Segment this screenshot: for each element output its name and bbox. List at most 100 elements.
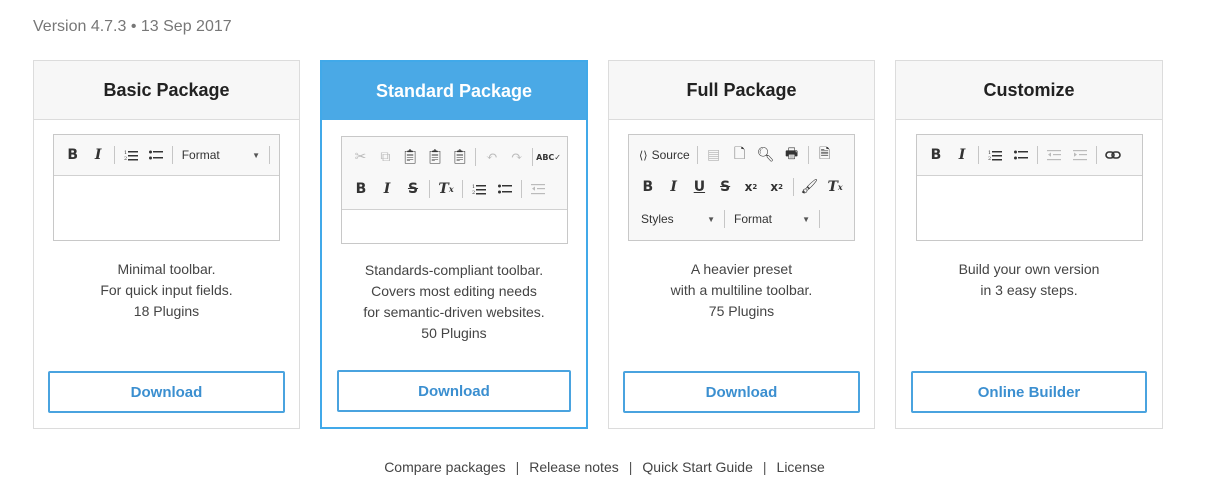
toolbar-separator xyxy=(978,146,979,164)
plugin-count: 18 Plugins xyxy=(133,303,200,319)
card-basic-package: Basic Package B I 12 Format ▼ Minimal to… xyxy=(33,60,300,429)
subscript-icon: x2 xyxy=(744,180,758,194)
styles-dropdown: Styles ▼ xyxy=(635,208,721,230)
toolbar-separator xyxy=(462,180,463,198)
link-separator: | xyxy=(628,459,633,475)
desc-line: Standards-compliant toolbar. xyxy=(364,262,544,278)
print-icon: 🖶︎ xyxy=(785,146,799,162)
card-standard-package: Standard Package ✂ ⧉ 📋︎ 📋︎ 📋︎ ↶ ↷ ABC✓ B… xyxy=(320,60,588,429)
link-separator: | xyxy=(515,459,520,475)
toolbar-separator xyxy=(807,146,809,164)
card-customize: Customize B I 12 Build your own version … xyxy=(895,60,1163,429)
toolbar-separator xyxy=(792,178,794,196)
editor-toolbar: B I 12 Format ▼ xyxy=(54,135,279,176)
numbered-list-icon: 12 xyxy=(118,143,143,167)
card-description: Build your own version in 3 easy steps. xyxy=(896,259,1162,301)
undo-icon: ↶ xyxy=(485,149,498,165)
svg-text:2: 2 xyxy=(472,190,475,195)
outdent-icon xyxy=(525,177,551,201)
desc-line: for semantic-driven websites. xyxy=(363,304,545,320)
toolbar-separator xyxy=(475,148,477,166)
outdent-icon xyxy=(1041,143,1067,167)
editor-toolbar: B I 12 xyxy=(917,135,1142,176)
release-notes-link[interactable]: Release notes xyxy=(529,459,619,475)
editor-toolbar: ✂ ⧉ 📋︎ 📋︎ 📋︎ ↶ ↷ ABC✓ B I S Tx 12 xyxy=(342,137,567,210)
remove-format-icon: Tx xyxy=(438,181,454,197)
italic-icon: I xyxy=(94,147,102,163)
compare-packages-link[interactable]: Compare packages xyxy=(384,459,505,475)
source-button: ⟨⟩ Source xyxy=(635,143,694,167)
bulleted-list-icon xyxy=(492,177,518,201)
strikethrough-icon: S xyxy=(720,179,731,195)
card-title: Standard Package xyxy=(322,62,586,120)
quick-start-guide-link[interactable]: Quick Start Guide xyxy=(642,459,753,475)
editor-toolbar: ⟨⟩ Source ▤ 🗋︎ 🔍︎ 🖶︎ 🗎︎ B I U S x2 x2 🖌︎… xyxy=(629,135,854,240)
desc-line: For quick input fields. xyxy=(100,282,233,298)
preview-icon: 🔍︎ xyxy=(756,147,775,163)
card-description: Standards-compliant toolbar. Covers most… xyxy=(322,260,586,344)
bulleted-list-icon xyxy=(143,143,168,167)
card-title: Full Package xyxy=(609,61,874,120)
numbered-list-icon: 12 xyxy=(982,143,1008,167)
link-icon xyxy=(1100,143,1126,167)
paste-word-icon: 📋︎ xyxy=(451,149,469,165)
bold-icon: B xyxy=(642,179,654,195)
plugin-count: 75 Plugins xyxy=(708,303,775,319)
source-label: Source xyxy=(651,148,690,162)
card-full-package: Full Package ⟨⟩ Source ▤ 🗋︎ 🔍︎ 🖶︎ 🗎︎ B I… xyxy=(608,60,875,429)
download-button[interactable]: Download xyxy=(337,370,571,412)
italic-icon: I xyxy=(670,179,677,195)
new-page-icon: 🗋︎ xyxy=(733,146,746,162)
italic-icon: I xyxy=(958,147,966,163)
desc-line: Build your own version xyxy=(958,261,1100,277)
source-icon: ⟨⟩ xyxy=(639,149,648,162)
toolbar-separator xyxy=(269,146,270,164)
format-label: Format xyxy=(734,212,773,226)
numbered-list-icon: 12 xyxy=(466,177,492,201)
save-icon: ▤ xyxy=(707,147,721,163)
chevron-down-icon: ▼ xyxy=(802,214,810,224)
online-builder-button[interactable]: Online Builder xyxy=(911,371,1147,413)
toolbar-separator xyxy=(1037,146,1038,164)
desc-line: Covers most editing needs xyxy=(371,283,537,299)
license-link[interactable]: License xyxy=(777,459,825,475)
chevron-down-icon: ▼ xyxy=(252,150,260,160)
spellcheck-icon: ABC✓ xyxy=(536,152,562,162)
format-dropdown: Format ▼ xyxy=(728,208,816,230)
card-title: Customize xyxy=(896,61,1162,120)
card-title: Basic Package xyxy=(34,61,299,120)
chevron-down-icon: ▼ xyxy=(707,214,715,224)
download-button[interactable]: Download xyxy=(48,371,285,413)
bold-icon: B xyxy=(930,147,942,163)
underline-icon: U xyxy=(693,179,706,195)
toolbar-separator xyxy=(521,180,522,198)
toolbar-separator xyxy=(171,146,173,164)
toolbar-separator xyxy=(1096,146,1097,164)
paste-icon: 📋︎ xyxy=(401,149,420,165)
toolbar-separator xyxy=(429,180,430,198)
svg-text:2: 2 xyxy=(988,156,991,161)
copy-icon: ⧉ xyxy=(380,149,391,165)
plugin-count: 50 Plugins xyxy=(421,325,487,341)
version-info: Version 4.7.3 • 13 Sep 2017 xyxy=(33,18,232,35)
bold-icon: B xyxy=(355,181,367,197)
desc-line: Minimal toolbar. xyxy=(117,261,216,277)
link-separator: | xyxy=(762,459,767,475)
paste-text-icon: 📋︎ xyxy=(426,149,444,165)
toolbar-separator xyxy=(819,210,820,228)
toolbar-separator xyxy=(532,148,534,166)
redo-icon: ↷ xyxy=(510,149,523,165)
card-description: A heavier preset with a multiline toolba… xyxy=(609,259,874,322)
italic-icon: I xyxy=(383,181,391,197)
editor-preview: ✂ ⧉ 📋︎ 📋︎ 📋︎ ↶ ↷ ABC✓ B I S Tx 12 xyxy=(341,136,568,244)
card-description: Minimal toolbar. For quick input fields.… xyxy=(34,259,299,322)
bulleted-list-icon xyxy=(1008,143,1034,167)
toolbar-separator xyxy=(113,146,115,164)
cut-icon: ✂ xyxy=(354,149,367,165)
toolbar-separator xyxy=(724,210,725,228)
format-dropdown: Format ▼ xyxy=(176,144,266,166)
desc-line: with a multiline toolbar. xyxy=(670,282,813,298)
download-button[interactable]: Download xyxy=(623,371,860,413)
copy-formatting-icon: 🖌︎ xyxy=(800,179,819,195)
bold-icon: B xyxy=(67,147,79,163)
